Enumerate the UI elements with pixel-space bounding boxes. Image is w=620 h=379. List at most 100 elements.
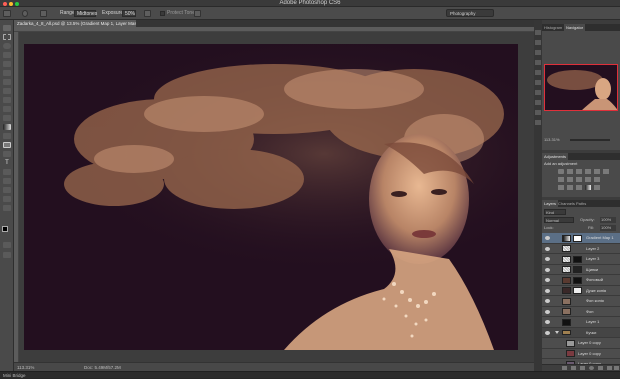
black-white-icon[interactable] [567,177,573,182]
crop-tool-icon[interactable] [3,61,11,67]
brush-tool-icon[interactable] [3,88,11,94]
navigator-preview[interactable] [544,64,618,111]
tool-presets-panel-icon[interactable] [535,100,541,105]
zoom-tool-icon[interactable] [3,205,11,211]
threshold-icon[interactable] [576,185,582,190]
protect-tones-checkbox[interactable] [160,11,165,16]
layer-row[interactable]: Layer 0 copy [542,338,620,349]
eye-icon[interactable] [545,236,550,240]
clone-source-panel-icon[interactable] [535,70,541,75]
blur-tool-icon[interactable] [3,133,11,139]
new-layer-icon[interactable] [607,366,612,370]
healing-brush-tool-icon[interactable] [3,79,11,85]
screen-mode-icon[interactable] [3,252,11,258]
layer-row[interactable]: Layer 2 [542,243,620,254]
eye-icon[interactable] [545,246,550,251]
vibrance-icon[interactable] [594,169,600,174]
quick-selection-tool-icon[interactable] [3,52,11,58]
layer-row[interactable]: Layer 0 copy [542,348,620,359]
tab-histogram[interactable]: Histogram [542,24,564,31]
eye-icon[interactable] [545,309,550,314]
rectangle-tool-icon[interactable] [3,178,11,184]
swatches-panel-icon[interactable] [535,120,541,125]
posterize-icon[interactable] [567,185,573,190]
path-selection-tool-icon[interactable] [3,169,11,175]
clone-stamp-tool-icon[interactable] [3,97,11,103]
eye-icon[interactable] [545,320,550,324]
layer-name[interactable]: Фон [586,307,593,317]
photo-filter-icon[interactable] [576,177,582,182]
workspace-switcher[interactable]: Photography [446,9,494,17]
add-mask-icon[interactable] [580,366,585,370]
brush-presets-panel-icon[interactable] [535,60,541,65]
eye-icon[interactable] [545,330,550,335]
foreground-color-swatch[interactable] [2,226,8,232]
layer-name[interactable]: Layer 1 [586,317,599,327]
quick-mask-icon[interactable] [3,242,11,248]
layer-name[interactable]: Layer 0 copy [578,349,601,359]
layer-row[interactable]: Layer 1 [542,317,620,328]
layer-name[interactable]: Фон копія [586,296,604,306]
layer-row[interactable]: Фон копія [542,296,620,307]
channel-mixer-icon[interactable] [585,177,591,182]
eye-icon[interactable] [545,299,550,303]
color-balance-icon[interactable] [558,177,564,182]
new-adjustment-layer-icon[interactable] [589,366,594,370]
navigator-zoom-slider[interactable] [570,139,610,141]
new-group-icon[interactable] [598,366,603,370]
marquee-tool-icon[interactable] [3,34,11,40]
group-expand-icon[interactable] [555,330,559,334]
eyedropper-tool-icon[interactable] [3,70,11,76]
selective-color-icon[interactable] [594,185,600,190]
info-panel-icon[interactable] [535,50,541,55]
move-tool-icon[interactable] [3,25,11,31]
fill-input[interactable]: 100% [600,225,616,231]
navigator-zoom[interactable]: 113.31% [544,137,560,143]
document-canvas[interactable] [24,44,518,350]
curves-icon[interactable] [576,169,582,174]
layer-row[interactable]: Layer 3 [542,254,620,265]
history-brush-tool-icon[interactable] [3,106,11,112]
history-panel-icon[interactable] [535,30,541,35]
levels-icon[interactable] [567,169,573,174]
color-lookup-icon[interactable] [594,177,600,182]
pen-tool-icon[interactable] [3,151,11,157]
gradient-tool-icon[interactable] [3,124,11,130]
lasso-tool-icon[interactable] [3,43,11,49]
hue-saturation-icon[interactable] [603,169,609,174]
layer-row[interactable]: Фоновый [542,275,620,286]
actions-panel-icon[interactable] [535,40,541,45]
gradient-map-icon[interactable] [585,185,591,190]
range-select[interactable]: Midtones [74,10,97,17]
tab-navigator[interactable]: Navigator [564,24,586,31]
character-panel-icon[interactable] [535,80,541,85]
eye-icon[interactable] [545,278,550,282]
layer-row[interactable]: Дуже копія [542,285,620,296]
burn-tool-preset-icon[interactable] [3,10,11,17]
layer-name[interactable]: Кучки [586,328,596,338]
layer-name[interactable]: Layer 3 [586,254,599,264]
layer-row[interactable]: Щипки [542,264,620,275]
pressure-size-icon[interactable] [194,10,201,17]
layer-name[interactable]: Gradient Map 1 [586,233,614,243]
delete-layer-icon[interactable] [614,366,619,370]
layer-row[interactable]: Gradient Map 1 [542,233,620,244]
layer-name[interactable]: Layer 2 [586,244,599,254]
eye-icon[interactable] [545,288,550,293]
layer-style-icon[interactable] [571,366,576,370]
eye-icon[interactable] [545,267,550,272]
brush-panel-toggle-icon[interactable] [40,10,47,17]
opacity-input[interactable]: 100% [600,217,616,223]
3d-tool-icon[interactable] [3,187,11,193]
type-tool-icon[interactable]: T [3,160,11,166]
link-layers-icon[interactable] [562,366,567,370]
layer-group-row[interactable]: Кучки [542,327,620,338]
layer-name[interactable]: Дуже копія [586,286,606,296]
layer-name[interactable]: Фоновый [586,275,603,285]
burn-tool-icon[interactable] [3,142,11,148]
tab-paths[interactable]: Paths [574,200,588,207]
layer-filter-kind[interactable]: Kind [544,209,566,215]
layer-row[interactable]: Фон [542,306,620,317]
eye-icon[interactable] [545,257,550,261]
layer-name[interactable]: Щипки [586,265,598,275]
